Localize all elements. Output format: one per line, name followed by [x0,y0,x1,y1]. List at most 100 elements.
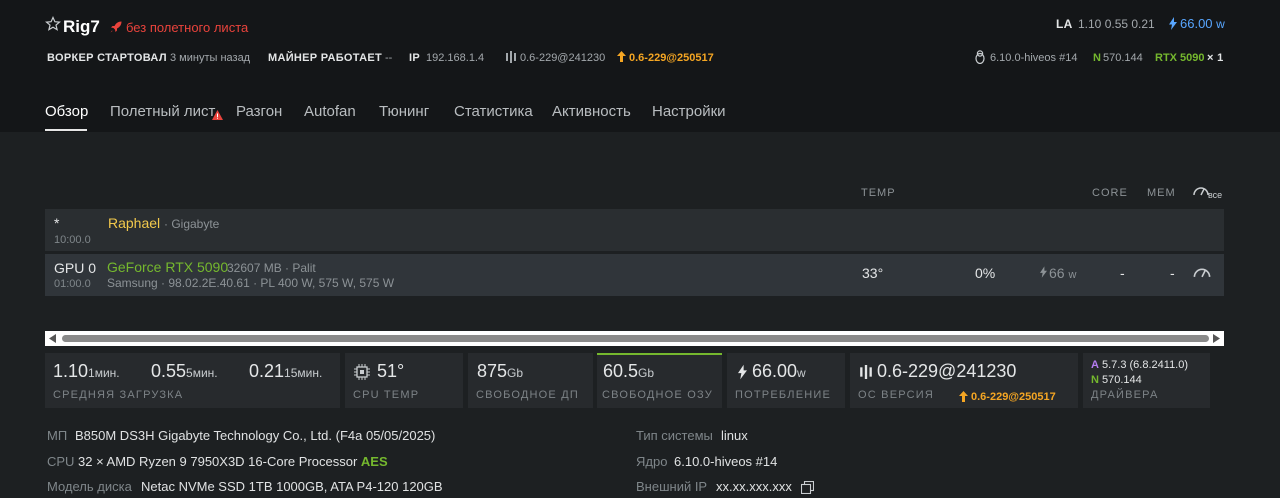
kernel-version: 6.10.0-hiveos #14 [990,52,1078,64]
col-header-temp: TEMP [861,187,896,199]
cpu-row [45,209,1224,251]
aes-badge: AES [360,454,388,469]
gpu-fan: 0% [975,265,996,281]
drivers-caption: ДРАЙВЕРА [1091,389,1159,401]
worker-started-label: ВОРКЕР СТАРТОВАЛ [47,52,167,64]
tab-tuning[interactable]: Тюнинг [379,103,429,120]
gpu-power: 66 w [1049,265,1077,281]
col-header-mem: MEM [1147,187,1176,199]
power-card-bolt-icon [738,364,747,380]
gpu-temp: 33° [862,265,884,281]
flight-sheet-status[interactable]: без полетного листа [126,20,248,35]
update-arrow-icon[interactable] [617,51,626,62]
nvidia-badge: N [1093,52,1101,64]
tab-settings[interactable]: Настройки [652,103,726,120]
power-card: 66.00w ПОТРЕБЛЕНИЕ [727,353,845,408]
power-caption: ПОТРЕБЛЕНИЕ [735,389,832,401]
gpu-gauge-icon[interactable] [1192,265,1212,278]
la-caption: СРЕДНЯЯ ЗАГРУЗКА [53,389,184,401]
os-version-icon [859,365,873,379]
os-version-caption: ОС ВЕРСИЯ [858,389,935,401]
gpu-core-clock: - [1120,265,1125,281]
power-value: 66.00w [752,361,806,381]
copy-icon[interactable] [801,481,814,494]
power-bolt-icon [1169,17,1177,30]
gpu-row-label: GPU 0 [54,260,97,276]
cpu-row-pci: 10:00.0 [54,234,91,246]
gpu-power-bolt-icon [1040,266,1047,278]
gpu-row-details: 32607 MB · Palit [227,261,316,275]
external-ip-value: xx.xx.xxx.xxx [716,479,792,494]
kernel-value: 6.10.0-hiveos #14 [674,454,778,469]
worker-started-value: 3 минуты назад [170,52,251,64]
la-label: LA [1056,17,1073,31]
cpu-info-label: CPU [47,454,75,469]
os-version-update[interactable]: 0.6-229@250517 [971,391,1056,403]
hive-version: 0.6-229@241230 [520,52,606,64]
rig-name: Rig7 [63,17,100,36]
tab-statistics[interactable]: Статистика [454,103,533,120]
hive-version-icon [505,51,517,63]
ram-free-card: 60.5Gb СВОБОДНОЕ ОЗУ [597,353,722,408]
cpu-temp-card: 51° CPU TEMP [345,353,463,408]
gpu-mem-clock: - [1170,265,1175,281]
miner-running-label: МАЙНЕР РАБОТАЕТ [268,52,382,64]
os-version: 0.6-229@241230 [877,361,1017,381]
col-header-core: CORE [1092,187,1128,199]
tab-autofan[interactable]: Autofan [304,103,356,120]
disk-free-caption: СВОБОДНОЕ ДП [476,389,579,401]
os-version-card: 0.6-229@241230 ОС ВЕРСИЯ 0.6-229@250517 [850,353,1078,408]
scrollbar-thumb[interactable] [62,335,1209,342]
cpu-chip-icon [354,364,370,380]
ram-free: 60.5Gb [603,361,655,381]
cpu-row-name: Raphael [108,215,161,231]
system-type-label: Тип системы [636,428,713,443]
miner-running-value: -- [385,52,393,64]
nvidia-driver: 570.144 [1103,52,1143,64]
gpu-model-summary: RTX 5090 [1155,52,1205,64]
la5: 0.555мин. [151,361,218,381]
disk-free: 875Gb [477,361,524,381]
disk-model-label: Модель диска [47,479,132,494]
scroll-right-arrow[interactable] [1212,334,1220,343]
nvidia-card-driver: 570.144 [1102,374,1142,386]
disk-free-card: 875Gb СВОБОДНОЕ ДП [468,353,593,408]
gpu-row-subdetails: Samsung · 98.02.2E.40.61 · PL 400 W, 575… [107,276,395,290]
tab-activity[interactable]: Активность [552,103,631,120]
cpu-info-value: 32 × AMD Ryzen 9 7950X3D 16-Core Process… [78,454,388,469]
gpu-row-name: GeForce RTX 5090 [107,259,229,275]
hive-version-update[interactable]: 0.6-229@250517 [629,52,714,64]
favorite-star-icon[interactable] [45,16,61,32]
external-ip-label: Внешний IP [636,479,708,494]
nvidia-card-badge: N [1091,374,1099,386]
system-type-value: linux [721,428,748,443]
gpu-count: × 1 [1207,52,1224,64]
load-average-card: 1.101мин. 0.555мин. 0.2115мин. СРЕДНЯЯ З… [45,353,340,408]
tab-overview[interactable]: Обзор [45,103,88,120]
gpu-row-pci: 01:00.0 [54,278,91,290]
motherboard-value: B850M DS3H Gigabyte Technology Co., Ltd.… [75,428,436,443]
linux-penguin-icon [974,50,986,64]
cpu-temp-caption: CPU TEMP [353,389,420,401]
amd-driver: 5.7.3 (6.8.2411.0) [1102,359,1189,371]
kernel-label: Ядро [636,454,668,469]
la-values: 1.10 0.55 0.21 [1078,17,1155,31]
amd-badge: A [1091,359,1099,371]
ip-label: IP [409,52,420,64]
tab-overclock[interactable]: Разгон [236,103,282,120]
header-power: 66.00 w [1180,16,1225,31]
ip-value: 192.168.1.4 [426,52,485,64]
motherboard-label: МП [47,428,68,443]
ram-free-caption: СВОБОДНОЕ ОЗУ [602,389,713,401]
rocket-icon [109,20,123,34]
scroll-left-arrow[interactable] [49,334,57,343]
la15: 0.2115мин. [249,361,323,381]
tab-flight-sheet[interactable]: Полетный лист [110,103,215,120]
flight-sheet-warning-icon [212,110,223,120]
drivers-card: A 5.7.3 (6.8.2411.0) N 570.144 ДРАЙВЕРА [1083,353,1210,408]
cpu-row-star: * [54,215,60,231]
cpu-row-vendor: · Gigabyte [164,217,220,231]
os-update-arrow-icon[interactable] [959,391,968,402]
disk-model-value: Netac NVMe SSD 1TB 1000GB, ATA P4-120 12… [141,479,443,494]
all-gauge-label: все [1208,190,1223,200]
